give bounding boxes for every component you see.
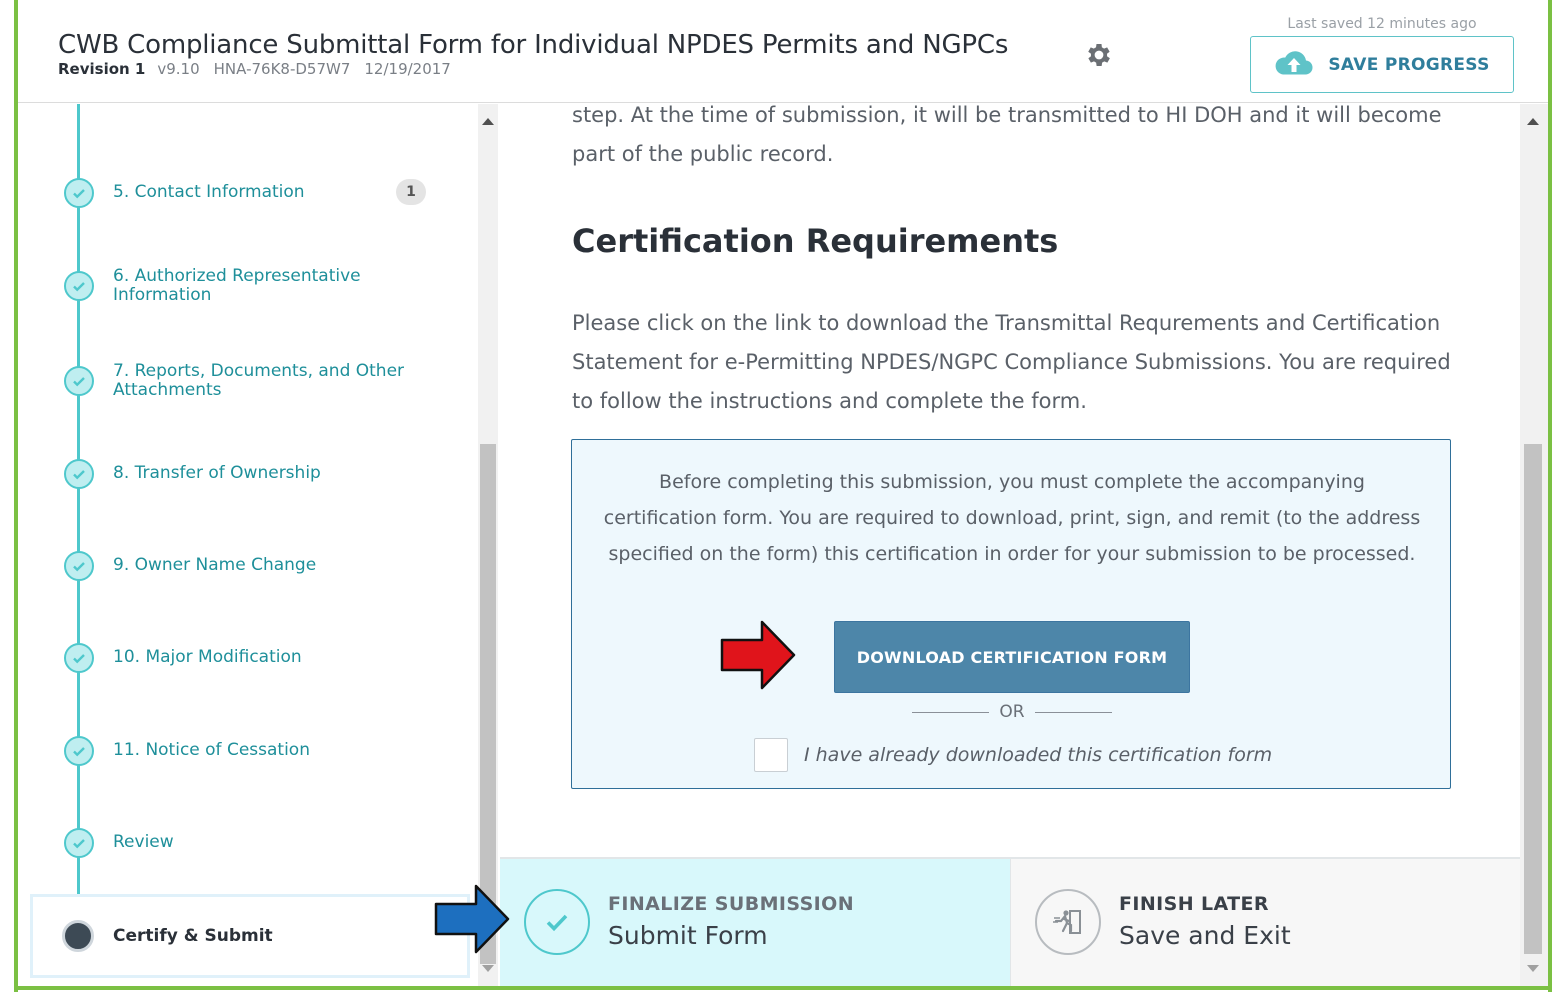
sidebar-item-major-modification[interactable]: 10. Major Modification xyxy=(18,628,478,688)
form-id-label: HNA-76K8-D57W7 xyxy=(213,60,351,78)
sidebar-scrollbar[interactable] xyxy=(478,104,498,986)
sidebar-item-reports-documents[interactable]: 7. Reports, Documents, and Other Attachm… xyxy=(18,351,478,411)
or-divider: OR xyxy=(912,702,1113,722)
sidebar-active-label: Certify & Submit xyxy=(113,926,273,946)
check-icon xyxy=(64,736,94,766)
sidebar-item-owner-name-change[interactable]: 9. Owner Name Change xyxy=(18,536,478,596)
finalize-submission-button[interactable]: FINALIZE SUBMISSION Submit Form xyxy=(500,859,1010,986)
finish-later-button[interactable]: FINISH LATER Save and Exit xyxy=(1010,859,1520,986)
scroll-down-arrow[interactable] xyxy=(1527,965,1539,972)
sidebar-item-authorized-representative[interactable]: 6. Authorized Representative Information xyxy=(18,256,478,316)
sidebar-item-review[interactable]: Review xyxy=(18,813,478,873)
divider-line xyxy=(1034,711,1113,713)
check-icon xyxy=(64,271,94,301)
check-icon xyxy=(64,551,94,581)
already-downloaded-label: I have already downloaded this certifica… xyxy=(804,744,1273,766)
last-saved-label: Last saved 12 minutes ago xyxy=(1287,16,1477,32)
red-arrow-icon xyxy=(720,620,796,690)
check-icon xyxy=(64,459,94,489)
certification-notice-box: Before completing this submission, you m… xyxy=(571,439,1451,789)
header: CWB Compliance Submittal Form for Indivi… xyxy=(18,0,1548,103)
footer-actions: FINALIZE SUBMISSION Submit Form FINISH L… xyxy=(500,857,1520,986)
window-frame-right xyxy=(1548,0,1552,992)
sidebar-item-label: 9. Owner Name Change xyxy=(113,555,317,575)
sidebar-item-contact-information[interactable]: 5. Contact Information 1 xyxy=(18,162,478,222)
sidebar-item-notice-of-cessation[interactable]: 11. Notice of Cessation xyxy=(18,720,478,780)
already-downloaded-row: I have already downloaded this certifica… xyxy=(754,738,1272,772)
save-progress-label: SAVE PROGRESS xyxy=(1328,54,1490,75)
sidebar-item-label: 7. Reports, Documents, and Other Attachm… xyxy=(113,361,405,400)
certification-notice-text: Before completing this submission, you m… xyxy=(603,471,1421,565)
divider-line xyxy=(912,711,990,713)
scroll-up-arrow[interactable] xyxy=(482,118,494,125)
check-icon xyxy=(64,828,94,858)
finish-later-title: Save and Exit xyxy=(1119,921,1291,950)
already-downloaded-checkbox[interactable] xyxy=(754,738,788,772)
download-certification-form-button[interactable]: DOWNLOAD CERTIFICATION FORM xyxy=(834,621,1190,693)
blue-arrow-icon xyxy=(434,884,510,954)
sidebar-nav: 5. Contact Information 1 6. Authorized R… xyxy=(18,104,478,986)
current-step-dot xyxy=(62,920,94,952)
issue-count-badge: 1 xyxy=(396,179,426,205)
check-icon xyxy=(64,366,94,396)
certification-body-text: Please click on the link to download the… xyxy=(572,311,1451,413)
check-icon xyxy=(524,889,590,955)
sidebar-item-label: 11. Notice of Cessation xyxy=(113,740,310,760)
sidebar-item-label: 6. Authorized Representative Information xyxy=(113,266,361,305)
window-frame-bottom xyxy=(14,986,1552,990)
main-scrollbar[interactable] xyxy=(1520,104,1548,986)
gear-icon[interactable] xyxy=(1084,40,1114,70)
form-title: CWB Compliance Submittal Form for Indivi… xyxy=(58,30,1009,60)
finalize-title: Submit Form xyxy=(608,921,768,950)
sidebar-item-transfer-of-ownership[interactable]: 8. Transfer of Ownership xyxy=(18,444,478,504)
save-progress-button[interactable]: SAVE PROGRESS xyxy=(1250,36,1514,93)
exit-icon xyxy=(1035,889,1101,955)
app-window: CWB Compliance Submittal Form for Indivi… xyxy=(18,0,1548,986)
check-icon xyxy=(64,643,94,673)
submission-intro-text: step. At the time of submission, it will… xyxy=(572,104,1442,166)
finish-later-kicker: FINISH LATER xyxy=(1119,893,1269,915)
scroll-down-arrow[interactable] xyxy=(482,965,494,972)
certification-heading: Certification Requirements xyxy=(572,222,1059,260)
check-icon xyxy=(64,178,94,208)
version-label: v9.10 xyxy=(157,60,200,78)
form-date-label: 12/19/2017 xyxy=(364,60,451,78)
main-scroll-thumb[interactable] xyxy=(1524,444,1542,954)
cloud-upload-icon xyxy=(1274,49,1314,81)
sidebar-item-label: Review xyxy=(113,832,174,852)
revision-label: Revision 1 xyxy=(58,60,146,78)
form-meta: Revision 1 v9.10 HNA-76K8-D57W7 12/19/2017 xyxy=(58,60,451,78)
sidebar-item-label: 8. Transfer of Ownership xyxy=(113,463,321,483)
scroll-up-arrow[interactable] xyxy=(1527,118,1539,125)
finalize-kicker: FINALIZE SUBMISSION xyxy=(608,893,855,915)
main-content: step. At the time of submission, it will… xyxy=(500,104,1520,856)
sidebar-item-label: 10. Major Modification xyxy=(113,647,302,667)
or-label: OR xyxy=(999,702,1025,722)
sidebar-item-label: 5. Contact Information xyxy=(113,182,305,202)
